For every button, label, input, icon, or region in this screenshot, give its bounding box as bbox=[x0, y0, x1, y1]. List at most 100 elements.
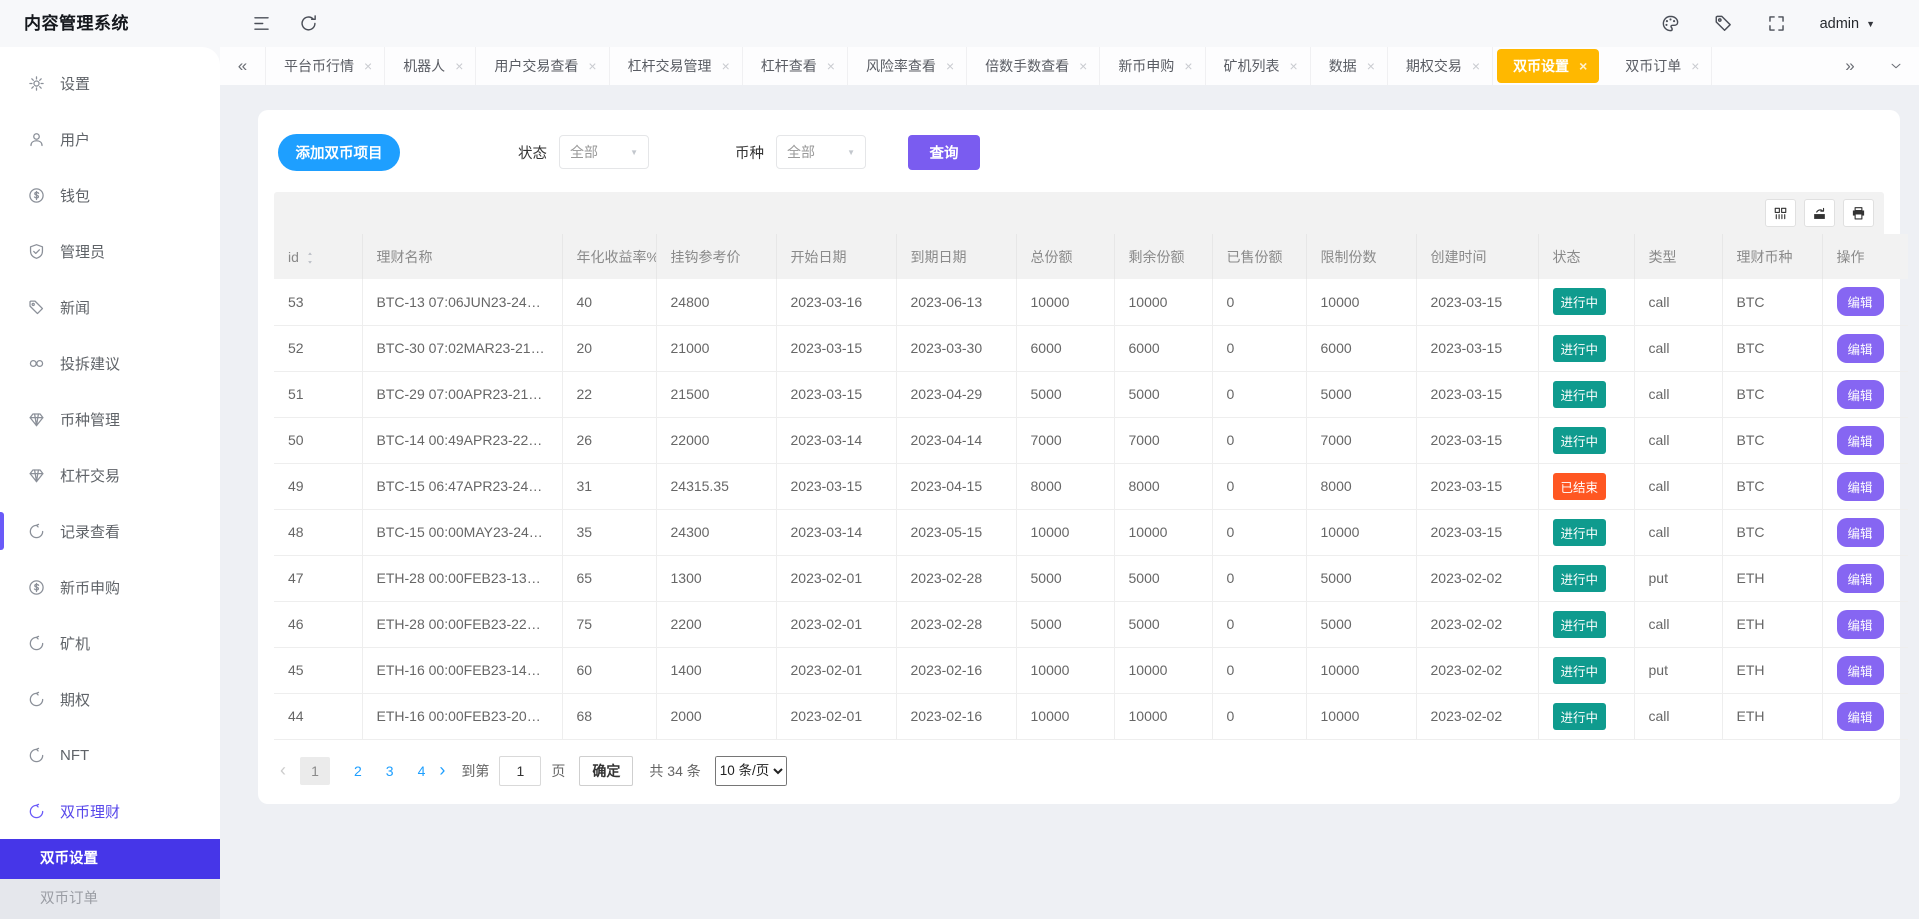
tab-item[interactable]: 杠杆交易管理× bbox=[610, 47, 743, 85]
tab-item[interactable]: 矿机列表× bbox=[1206, 47, 1311, 85]
palette-icon[interactable] bbox=[1661, 14, 1680, 33]
sidebar-item[interactable]: 新币申购 bbox=[0, 559, 220, 615]
close-tab-icon[interactable]: × bbox=[364, 59, 372, 73]
sidebar-item[interactable]: 矿机 bbox=[0, 615, 220, 671]
cell-actions: 编辑 bbox=[1822, 647, 1908, 693]
column-header[interactable]: id bbox=[274, 234, 362, 279]
sort-icon[interactable] bbox=[305, 251, 315, 265]
pagination-page[interactable]: 4 bbox=[418, 763, 426, 779]
pagination-page[interactable]: 2 bbox=[354, 763, 362, 779]
pagination-prev[interactable]: ‹ bbox=[280, 760, 286, 781]
tabs-scroll-left-button[interactable]: « bbox=[220, 47, 266, 85]
refresh-icon[interactable] bbox=[299, 14, 318, 33]
edit-button[interactable]: 编辑 bbox=[1837, 702, 1884, 731]
close-tab-icon[interactable]: × bbox=[1472, 59, 1480, 73]
sidebar-item[interactable]: 钱包 bbox=[0, 167, 220, 223]
sidebar-item[interactable]: 币种管理 bbox=[0, 391, 220, 447]
tab-item[interactable]: 双币订单× bbox=[1607, 47, 1712, 85]
tab-item[interactable]: 倍数手数查看× bbox=[967, 47, 1100, 85]
column-header[interactable]: 开始日期 bbox=[776, 234, 896, 279]
columns-button[interactable] bbox=[1765, 199, 1796, 227]
tabs-scroll-right-button[interactable]: » bbox=[1827, 47, 1873, 85]
close-tab-icon[interactable]: × bbox=[588, 59, 596, 73]
column-header[interactable]: 限制份数 bbox=[1306, 234, 1416, 279]
edit-button[interactable]: 编辑 bbox=[1837, 656, 1884, 685]
pagination-page[interactable]: 3 bbox=[386, 763, 394, 779]
cell-end: 2023-02-28 bbox=[896, 601, 1016, 647]
edit-button[interactable]: 编辑 bbox=[1837, 380, 1884, 409]
close-tab-icon[interactable]: × bbox=[722, 59, 730, 73]
sidebar-item[interactable]: 双币理财 bbox=[0, 783, 220, 839]
edit-button[interactable]: 编辑 bbox=[1837, 426, 1884, 455]
column-header[interactable]: 类型 bbox=[1634, 234, 1722, 279]
edit-button[interactable]: 编辑 bbox=[1837, 518, 1884, 547]
close-tab-icon[interactable]: × bbox=[1184, 59, 1192, 73]
sidebar-item[interactable]: 新闻 bbox=[0, 279, 220, 335]
align-left-icon[interactable] bbox=[252, 14, 271, 33]
tab-item[interactable]: 期权交易× bbox=[1388, 47, 1493, 85]
sidebar-item[interactable]: 投拆建议 bbox=[0, 335, 220, 391]
cell-name: ETH-16 00:00FEB23-1400-P bbox=[362, 647, 562, 693]
column-header[interactable]: 剩余份额 bbox=[1114, 234, 1212, 279]
add-dual-currency-button[interactable]: 添加双币项目 bbox=[278, 134, 400, 171]
edit-button[interactable]: 编辑 bbox=[1837, 287, 1884, 316]
column-header[interactable]: 理财名称 bbox=[362, 234, 562, 279]
column-header[interactable]: 总份额 bbox=[1016, 234, 1114, 279]
query-button[interactable]: 查询 bbox=[908, 135, 980, 170]
edit-button[interactable]: 编辑 bbox=[1837, 334, 1884, 363]
coin-filter-value: 全部 bbox=[787, 142, 815, 162]
column-header[interactable]: 年化收益率% bbox=[562, 234, 656, 279]
column-header[interactable]: 创建时间 bbox=[1416, 234, 1538, 279]
tab-item[interactable]: 双币设置× bbox=[1497, 49, 1599, 83]
status-filter-select[interactable]: 全部 ▼ bbox=[559, 135, 649, 169]
tab-item[interactable]: 用户交易查看× bbox=[476, 47, 609, 85]
close-tab-icon[interactable]: × bbox=[1079, 59, 1087, 73]
user-menu[interactable]: admin ▼ bbox=[1820, 16, 1875, 32]
tab-item[interactable]: 新币申购× bbox=[1100, 47, 1205, 85]
goto-confirm-button[interactable]: 确定 bbox=[579, 756, 633, 786]
tabs-menu-button[interactable] bbox=[1873, 47, 1919, 85]
close-tab-icon[interactable]: × bbox=[946, 59, 954, 73]
column-header[interactable]: 已售份额 bbox=[1212, 234, 1306, 279]
fullscreen-icon[interactable] bbox=[1767, 14, 1786, 33]
sidebar-item[interactable]: 管理员 bbox=[0, 223, 220, 279]
sidebar-item[interactable]: 期权 bbox=[0, 671, 220, 727]
tab-item[interactable]: 杠杆查看× bbox=[743, 47, 848, 85]
sidebar-subitem[interactable]: 双币设置 bbox=[0, 839, 220, 879]
tab-item[interactable]: 数据× bbox=[1311, 47, 1388, 85]
close-tab-icon[interactable]: × bbox=[1579, 59, 1587, 73]
tag-icon[interactable] bbox=[1714, 14, 1733, 33]
sidebar-item[interactable]: 杠杆交易 bbox=[0, 447, 220, 503]
column-header[interactable]: 理财币种 bbox=[1722, 234, 1822, 279]
sidebar-item[interactable]: 用户 bbox=[0, 111, 220, 167]
column-header[interactable]: 操作 bbox=[1822, 234, 1908, 279]
tab-item[interactable]: 机器人 × bbox=[385, 47, 476, 85]
pagination-next[interactable]: › bbox=[439, 760, 445, 781]
tab-item[interactable]: 平台币行情× bbox=[266, 47, 385, 85]
sidebar-item[interactable]: 设置 bbox=[0, 55, 220, 111]
close-tab-icon[interactable]: × bbox=[1290, 59, 1298, 73]
column-header[interactable]: 到期日期 bbox=[896, 234, 1016, 279]
sidebar-item[interactable]: 记录查看 bbox=[0, 503, 220, 559]
pagination-page[interactable]: 1 bbox=[300, 757, 330, 785]
coin-filter-select[interactable]: 全部 ▼ bbox=[776, 135, 866, 169]
column-header[interactable]: 挂钩参考价 bbox=[656, 234, 776, 279]
tab-label: 机器人 bbox=[403, 56, 445, 76]
close-tab-icon[interactable]: × bbox=[1367, 59, 1375, 73]
sidebar-item[interactable]: NFT bbox=[0, 727, 220, 783]
sidebar-subitem[interactable]: 双币订单 bbox=[0, 879, 220, 919]
edit-button[interactable]: 编辑 bbox=[1837, 564, 1884, 593]
column-header[interactable]: 状态 bbox=[1538, 234, 1634, 279]
page-size-select[interactable]: 10 条/页 bbox=[715, 756, 787, 786]
close-tab-icon[interactable]: × bbox=[1691, 59, 1699, 73]
goto-page-input[interactable] bbox=[499, 756, 541, 786]
coin-filter-label: 币种 bbox=[735, 142, 764, 163]
export-button[interactable] bbox=[1804, 199, 1835, 227]
close-tab-icon[interactable]: × bbox=[455, 59, 463, 73]
edit-button[interactable]: 编辑 bbox=[1837, 610, 1884, 639]
tab-item[interactable]: 风险率查看× bbox=[848, 47, 967, 85]
close-tab-icon[interactable]: × bbox=[827, 59, 835, 73]
pagination: ‹ 1234 › 到第 页 确定 共 34 条 10 条/页 bbox=[274, 756, 1884, 786]
print-button[interactable] bbox=[1843, 199, 1874, 227]
edit-button[interactable]: 编辑 bbox=[1837, 472, 1884, 501]
